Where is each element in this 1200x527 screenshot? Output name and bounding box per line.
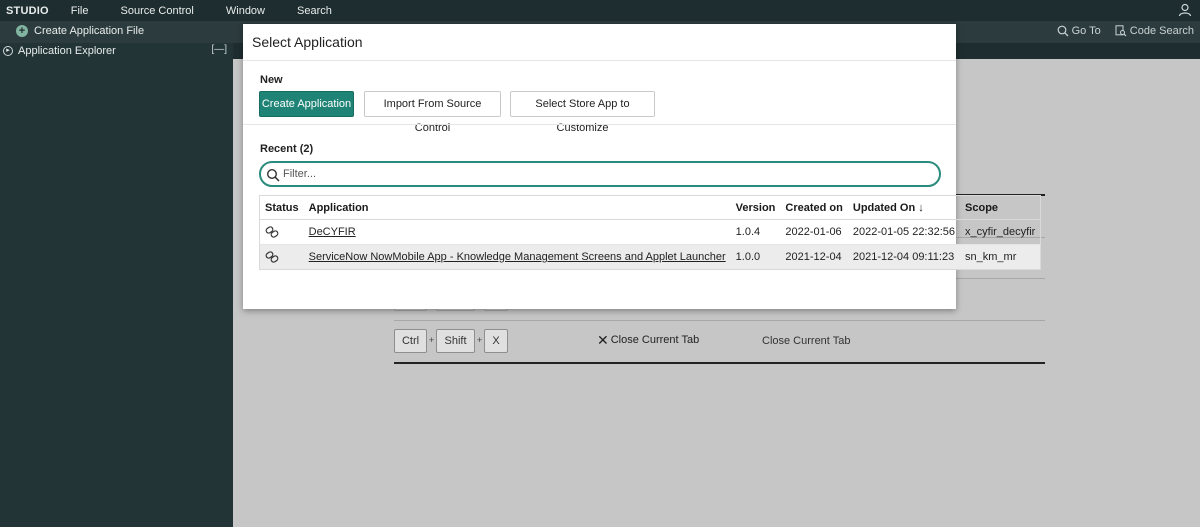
created-on-cell: 2021-12-04 <box>780 244 848 270</box>
shortcut-row-divider <box>394 320 1045 321</box>
column-header-status[interactable]: Status <box>259 195 304 220</box>
user-icon[interactable] <box>1178 3 1192 17</box>
recent-applications-table: Status Application Version Created on Up… <box>259 195 1042 270</box>
application-cell: DeCYFIR <box>303 219 731 245</box>
create-application-file-label: Create Application File <box>34 25 145 37</box>
column-header-updated-on[interactable]: Updated On ↓ <box>847 195 961 220</box>
key-x: X <box>484 329 508 353</box>
minimize-panel-button[interactable]: [—] <box>211 44 227 55</box>
updated-on-label: Updated On <box>852 201 916 214</box>
column-header-scope[interactable]: Scope <box>960 195 1041 220</box>
go-to-label: Go To <box>1071 25 1101 37</box>
code-search-icon <box>1115 25 1127 37</box>
import-from-source-control-button[interactable]: Import From Source Control <box>364 91 501 134</box>
updated-on-cell: 2022-01-05 22:32:56 <box>847 219 961 245</box>
column-header-application[interactable]: Application <box>303 195 731 220</box>
link-icon <box>265 226 279 238</box>
table-row[interactable]: DeCYFIR 1.0.4 2022-01-06 2022-01-05 22:3… <box>259 219 1041 245</box>
table-row[interactable]: ServiceNow NowMobile App - Knowledge Man… <box>259 244 1041 270</box>
select-store-app-button[interactable]: Select Store App to Customize <box>510 91 655 134</box>
code-search-button[interactable]: Code Search <box>1115 25 1194 37</box>
menu-source-control[interactable]: Source Control <box>105 5 210 17</box>
scope-cell: sn_km_mr <box>960 244 1041 270</box>
status-cell <box>259 244 304 270</box>
dialog-title: Select Application <box>243 24 956 61</box>
filter-field[interactable] <box>259 161 941 187</box>
application-explorer-panel: ▸ Application Explorer [—] <box>0 43 233 527</box>
new-section-heading: New <box>260 74 283 86</box>
link-icon <box>265 251 279 263</box>
table-header-row: Status Application Version Created on Up… <box>259 195 1041 220</box>
select-application-dialog: Select Application New Create Applicatio… <box>243 24 1042 309</box>
code-search-label: Code Search <box>1129 25 1194 37</box>
menu-file[interactable]: File <box>55 5 105 17</box>
close-current-tab-command: ✕ Close Current Tab <box>597 332 700 348</box>
recent-section-heading: Recent (2) <box>260 143 314 155</box>
close-current-tab-label: Close Current Tab <box>610 334 700 346</box>
scope-cell: x_cyfir_decyfir <box>960 219 1041 245</box>
sort-descending-icon: ↓ <box>918 201 924 214</box>
go-to-button[interactable]: Go To <box>1057 25 1101 37</box>
application-link[interactable]: ServiceNow NowMobile App - Knowledge Man… <box>309 251 726 263</box>
key-plus-separator: + <box>429 335 435 345</box>
search-icon <box>1057 25 1069 37</box>
column-header-created-on[interactable]: Created on <box>780 195 848 220</box>
create-application-file-button[interactable]: + Create Application File <box>16 25 144 37</box>
menu-search[interactable]: Search <box>281 5 348 17</box>
create-application-button[interactable]: Create Application <box>259 91 354 117</box>
shortcut-table-bottom-rule <box>394 362 1045 364</box>
application-explorer-title: Application Explorer <box>18 45 116 57</box>
key-ctrl: Ctrl <box>394 329 427 353</box>
key-shift: Shift <box>436 329 475 353</box>
application-link[interactable]: DeCYFIR <box>309 226 356 238</box>
updated-on-cell: 2021-12-04 09:11:23 <box>847 244 961 270</box>
close-current-tab-description: Close Current Tab <box>762 335 851 347</box>
key-plus-separator: + <box>477 335 483 345</box>
collapse-icon[interactable]: ▸ <box>3 46 13 56</box>
column-header-version[interactable]: Version <box>730 195 781 220</box>
status-cell <box>259 219 304 245</box>
application-cell: ServiceNow NowMobile App - Knowledge Man… <box>303 244 731 270</box>
created-on-cell: 2022-01-06 <box>780 219 848 245</box>
version-cell: 1.0.0 <box>730 244 781 270</box>
menu-bar: STUDIO File Source Control Window Search <box>0 0 1200 21</box>
search-icon <box>266 168 280 182</box>
close-icon: ✕ <box>597 332 609 348</box>
menu-window[interactable]: Window <box>210 5 281 17</box>
application-explorer-header: ▸ Application Explorer [—] <box>0 43 233 59</box>
section-divider <box>243 124 956 125</box>
plus-icon: + <box>16 25 28 37</box>
version-cell: 1.0.4 <box>730 219 781 245</box>
filter-input[interactable] <box>283 166 923 182</box>
studio-brand: STUDIO <box>6 4 49 17</box>
